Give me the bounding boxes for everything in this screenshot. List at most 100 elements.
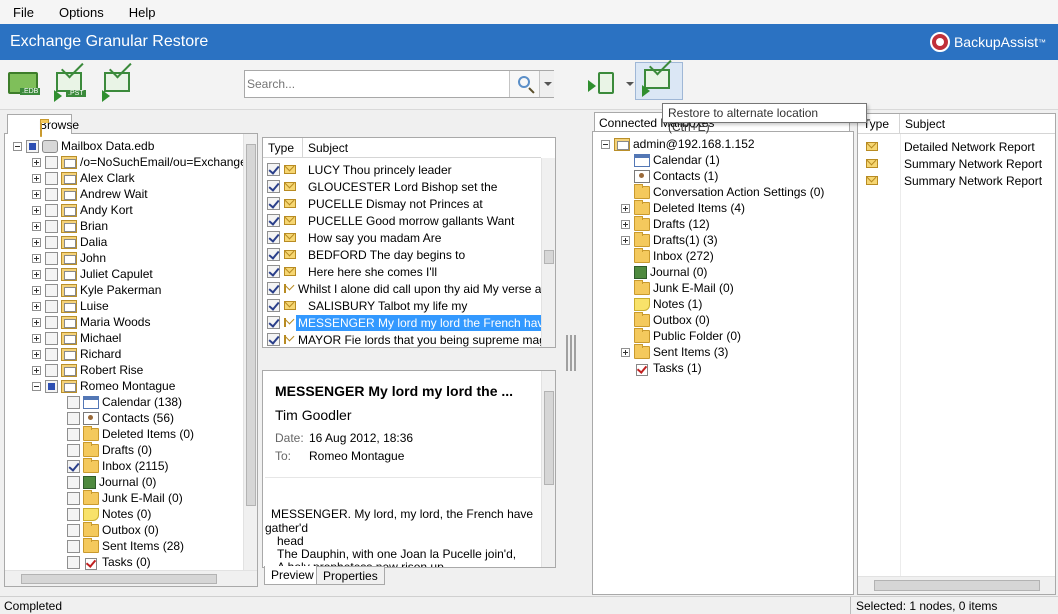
message-checkbox[interactable] xyxy=(267,333,280,346)
tree-checkbox[interactable] xyxy=(45,219,58,233)
tree-checkbox[interactable] xyxy=(45,251,58,265)
tree-checkbox[interactable] xyxy=(67,523,80,537)
scroll-thumb[interactable] xyxy=(544,391,554,485)
message-row[interactable]: How say you madam Are xyxy=(263,229,541,246)
message-checkbox[interactable] xyxy=(267,197,280,210)
tree-checkbox[interactable] xyxy=(45,171,58,185)
tree-item-folder[interactable]: Contacts (56) xyxy=(54,410,174,426)
export-msg-button[interactable] xyxy=(100,68,136,102)
tree-item-folder[interactable]: Junk E-Mail (0) xyxy=(54,489,183,506)
message-row[interactable]: PUCELLE Dismay not Princes at xyxy=(263,195,541,212)
tree-item-folder[interactable]: Calendar (1) xyxy=(621,152,720,168)
tree-checkbox[interactable] xyxy=(45,155,58,169)
tree-item-root[interactable]: admin@192.168.1.152 xyxy=(601,136,755,152)
expand-icon[interactable] xyxy=(32,317,41,327)
tree-item-folder[interactable]: Tasks (0) xyxy=(54,554,151,570)
tree-item-folder[interactable]: Tasks (1) xyxy=(621,360,702,376)
tree-item-mailbox[interactable]: Brian xyxy=(32,218,108,234)
expand-icon[interactable] xyxy=(621,347,630,357)
tree-checkbox[interactable] xyxy=(67,459,80,473)
tree-item-mailbox[interactable]: Dalia xyxy=(32,234,107,250)
expand-icon[interactable] xyxy=(32,157,41,167)
pane-splitter[interactable] xyxy=(566,335,576,371)
column-header-subject[interactable]: Subject xyxy=(900,114,1055,134)
expand-icon[interactable] xyxy=(32,253,41,263)
tree-item-folder[interactable]: Drafts (0) xyxy=(54,441,152,458)
message-checkbox[interactable] xyxy=(267,248,280,261)
tree-item-folder[interactable]: Contacts (1) xyxy=(621,168,718,184)
expand-icon[interactable] xyxy=(32,189,41,199)
tree-item-mailbox[interactable]: Romeo Montague xyxy=(32,378,175,394)
expand-icon[interactable] xyxy=(32,365,41,375)
tree-checkbox[interactable] xyxy=(45,203,58,217)
collapse-icon[interactable] xyxy=(32,381,41,391)
tree-checkbox[interactable] xyxy=(45,299,58,313)
tree-item-folder[interactable]: Public Folder (0) xyxy=(621,327,741,344)
tree-item-mailbox[interactable]: Andrew Wait xyxy=(32,186,148,202)
tree-item-folder[interactable]: Sent Items (3) xyxy=(621,343,728,360)
tab-properties[interactable]: Properties xyxy=(316,566,385,585)
tree-item-mailbox[interactable]: John xyxy=(32,250,106,266)
message-row[interactable]: PUCELLE Good morrow gallants Want xyxy=(263,212,541,229)
message-checkbox[interactable] xyxy=(267,265,280,278)
expand-icon[interactable] xyxy=(621,219,630,229)
expand-icon[interactable] xyxy=(32,221,41,231)
message-row[interactable]: BEDFORD The day begins to xyxy=(263,246,541,263)
tree-checkbox[interactable] xyxy=(67,443,80,457)
tree-item-mailbox[interactable]: Andy Kort xyxy=(32,202,133,218)
tree-checkbox[interactable] xyxy=(45,315,58,329)
search-dropdown-button[interactable] xyxy=(539,71,554,97)
message-checkbox[interactable] xyxy=(267,180,280,193)
tab-preview[interactable]: Preview xyxy=(264,566,321,585)
tree-item-mailbox[interactable]: Richard xyxy=(32,346,121,362)
tree-item-mailbox[interactable]: Robert Rise xyxy=(32,362,143,378)
tree-item-mailbox[interactable]: Maria Woods xyxy=(32,314,150,330)
tree-checkbox[interactable] xyxy=(45,235,58,249)
menu-options[interactable]: Options xyxy=(47,5,117,20)
tree-checkbox[interactable] xyxy=(67,411,80,425)
tree-checkbox[interactable] xyxy=(67,507,80,521)
message-row[interactable]: GLOUCESTER Lord Bishop set the xyxy=(263,178,541,195)
open-edb-button[interactable]: .EDB xyxy=(6,68,42,102)
tree-item-folder[interactable]: Journal (0) xyxy=(54,474,156,490)
menu-help[interactable]: Help xyxy=(117,5,169,20)
tree-item-folder[interactable]: Deleted Items (0) xyxy=(54,425,194,442)
tree-item-folder[interactable]: Drafts(1) (3) xyxy=(621,231,718,248)
tree-item-folder[interactable]: Calendar (138) xyxy=(54,394,182,410)
tab-browse[interactable]: Browse xyxy=(7,114,79,137)
scroll-thumb[interactable] xyxy=(544,250,554,264)
expand-icon[interactable] xyxy=(621,203,630,213)
expand-icon[interactable] xyxy=(32,173,41,183)
restore-alternate-button[interactable] xyxy=(635,62,683,100)
expand-icon[interactable] xyxy=(32,285,41,295)
message-checkbox[interactable] xyxy=(267,299,280,312)
expand-icon[interactable] xyxy=(32,349,41,359)
tree-item-folder[interactable]: Outbox (0) xyxy=(54,521,159,538)
search-input[interactable] xyxy=(247,73,509,95)
tree-checkbox[interactable] xyxy=(45,379,58,393)
tree-item-mailbox[interactable]: Luise xyxy=(32,298,109,314)
results-horizontal-scrollbar[interactable] xyxy=(858,576,1055,594)
restore-item-row[interactable]: Summary Network Report xyxy=(858,172,1054,189)
tree-checkbox[interactable] xyxy=(45,331,58,345)
scroll-thumb[interactable] xyxy=(21,574,217,584)
expand-icon[interactable] xyxy=(32,237,41,247)
scroll-thumb[interactable] xyxy=(874,580,1040,591)
tree-item-folder[interactable]: Notes (0) xyxy=(54,506,151,522)
tree-checkbox[interactable] xyxy=(67,427,80,441)
expand-icon[interactable] xyxy=(32,301,41,311)
preview-vertical-scrollbar[interactable] xyxy=(541,371,555,567)
tree-item-mailbox[interactable]: Michael xyxy=(32,330,121,346)
tree-item-folder[interactable]: Outbox (0) xyxy=(621,311,710,328)
tree-item-mailbox[interactable]: Juliet Capulet xyxy=(32,266,153,282)
tree-item-folder[interactable]: Inbox (272) xyxy=(621,247,714,264)
message-checkbox[interactable] xyxy=(267,231,280,244)
tree-item-folder[interactable]: Drafts (12) xyxy=(621,215,710,232)
restore-item-row[interactable]: Detailed Network Report xyxy=(858,138,1054,155)
tree-checkbox[interactable] xyxy=(26,139,39,153)
message-row[interactable]: Here here she comes I'll xyxy=(263,263,541,280)
tree-item-folder[interactable]: Conversation Action Settings (0) xyxy=(621,183,824,200)
menu-file[interactable]: File xyxy=(0,5,47,20)
connect-mailbox-button[interactable] xyxy=(588,68,634,102)
message-checkbox[interactable] xyxy=(267,214,280,227)
